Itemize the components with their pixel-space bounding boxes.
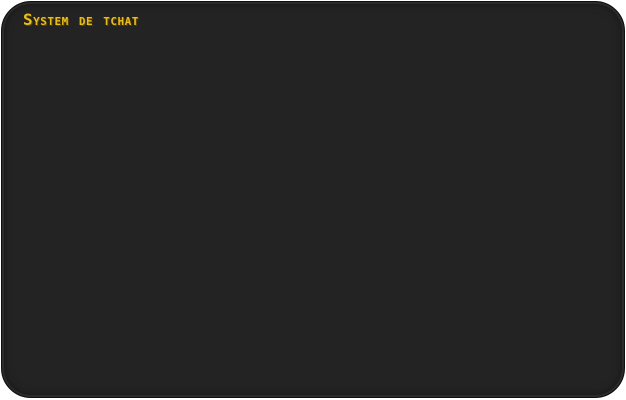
chat-panel: System de tchat xyxy=(1,1,625,398)
chat-message-area[interactable] xyxy=(22,38,604,377)
panel-title: System de tchat xyxy=(23,10,139,29)
